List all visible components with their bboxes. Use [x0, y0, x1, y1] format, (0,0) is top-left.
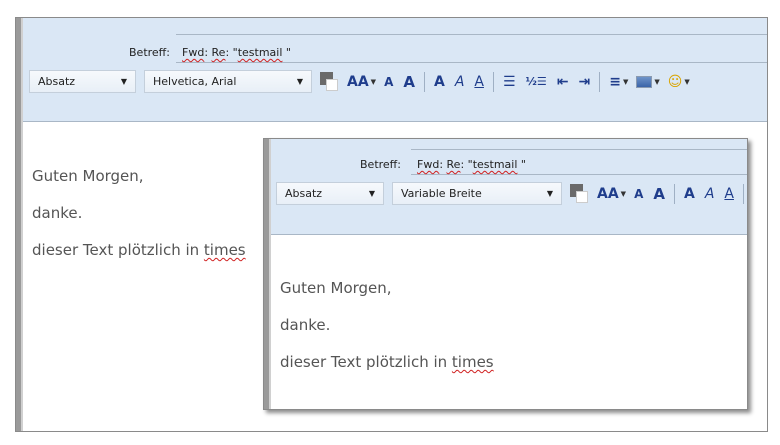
body-text: dieser Text plötzlich in — [32, 241, 204, 259]
paragraph-select[interactable]: Absatz ▼ — [29, 70, 136, 93]
underline-icon[interactable]: A — [474, 74, 484, 90]
subject-text: : " — [460, 158, 473, 171]
compose-header: Betreff: Fwd: Re: "testmail " Absatz ▼ He… — [23, 18, 767, 122]
subject-field[interactable]: Fwd: Re: "testmail " — [176, 46, 767, 63]
dropdown-arrow-icon[interactable]: ▼ — [684, 78, 689, 86]
larger-text-icon[interactable]: A — [653, 185, 665, 203]
bold-icon[interactable]: A — [684, 186, 695, 202]
font-select[interactable]: Helvetica, Arial ▼ — [144, 70, 312, 93]
subject-label: Betreff: — [360, 158, 401, 171]
subject-word: Fwd — [182, 46, 205, 59]
subject-word: Fwd — [417, 158, 440, 171]
font-select-value: Variable Breite — [401, 187, 482, 200]
format-toolbar: Absatz ▼ Variable Breite ▼ AA ▼ A A A A A — [276, 182, 748, 205]
chevron-down-icon: ▼ — [120, 77, 127, 86]
larger-text-icon[interactable]: A — [403, 73, 415, 91]
separator — [742, 183, 744, 204]
separator — [423, 71, 425, 92]
italic-icon[interactable]: A — [705, 186, 715, 202]
paragraph-select-value: Absatz — [285, 187, 323, 200]
smiley-icon[interactable]: ☺ — [668, 74, 683, 90]
separator — [673, 183, 675, 204]
message-body[interactable]: Guten Morgen, danke. dieser Text plötzli… — [280, 270, 494, 381]
numbered-list-icon[interactable]: ½☰ — [526, 75, 547, 88]
compose-header: Betreff: Fwd: Re: "testmail " Absatz ▼ Va… — [271, 139, 747, 235]
insert-image-icon[interactable] — [636, 75, 653, 88]
window-left-border — [16, 18, 23, 431]
body-line: Guten Morgen, — [32, 167, 144, 185]
subject-word: testmail — [237, 46, 283, 59]
body-line: danke. — [32, 204, 83, 222]
divider — [411, 149, 747, 150]
format-toolbar: Absatz ▼ Helvetica, Arial ▼ AA ▼ A A A A A … — [29, 70, 693, 93]
misspelled-word: times — [451, 353, 494, 371]
separator — [599, 71, 601, 92]
smaller-text-icon[interactable]: A — [634, 187, 643, 201]
message-body[interactable]: Guten Morgen, danke. dieser Text plötzli… — [32, 158, 246, 269]
body-line: danke. — [280, 316, 331, 334]
text-color-button[interactable] — [320, 71, 338, 92]
subject-text: : — [204, 46, 209, 59]
smaller-text-icon[interactable]: A — [384, 75, 393, 89]
text-color-button[interactable] — [570, 183, 588, 204]
chevron-down-icon: ▼ — [368, 189, 375, 198]
dropdown-arrow-icon[interactable]: ▼ — [621, 190, 626, 198]
paragraph-select-value: Absatz — [38, 75, 76, 88]
misspelled-word: times — [203, 241, 246, 259]
indent-icon[interactable]: ⇥ — [579, 74, 591, 90]
font-size-icon[interactable]: AA — [597, 186, 619, 202]
body-text: dieser Text plötzlich in — [280, 353, 452, 371]
subject-text: " — [282, 46, 291, 59]
subject-word: Re — [211, 46, 226, 59]
outdent-icon[interactable]: ⇤ — [557, 74, 569, 90]
subject-text: " — [517, 158, 526, 171]
font-select[interactable]: Variable Breite ▼ — [392, 182, 562, 205]
chevron-down-icon: ▼ — [296, 77, 303, 86]
subject-label: Betreff: — [129, 46, 170, 59]
bold-icon[interactable]: A — [434, 74, 445, 90]
body-line: dieser Text plötzlich in times — [280, 344, 494, 381]
chevron-down-icon: ▼ — [546, 189, 553, 198]
bullet-list-icon[interactable]: ☰ — [503, 74, 516, 90]
font-size-icon[interactable]: AA — [347, 74, 369, 90]
font-select-value: Helvetica, Arial — [153, 75, 237, 88]
dropdown-arrow-icon[interactable]: ▼ — [371, 78, 376, 86]
subject-text: : — [439, 158, 444, 171]
italic-icon[interactable]: A — [455, 74, 465, 90]
body-line: dieser Text plötzlich in times — [32, 232, 246, 269]
separator — [492, 71, 494, 92]
inner-compose-window: Betreff: Fwd: Re: "testmail " Absatz ▼ Va… — [263, 138, 748, 410]
dropdown-arrow-icon[interactable]: ▼ — [654, 78, 659, 86]
subject-field[interactable]: Fwd: Re: "testmail " — [411, 158, 747, 175]
dropdown-arrow-icon[interactable]: ▼ — [623, 78, 628, 86]
subject-text: : " — [225, 46, 238, 59]
divider — [176, 34, 767, 35]
body-line: Guten Morgen, — [280, 279, 392, 297]
align-icon[interactable]: ≡ — [609, 74, 621, 90]
underline-icon[interactable]: A — [724, 186, 734, 202]
paragraph-select[interactable]: Absatz ▼ — [276, 182, 384, 205]
window-left-border — [264, 139, 271, 409]
subject-word: Re — [446, 158, 461, 171]
subject-word: testmail — [472, 158, 518, 171]
